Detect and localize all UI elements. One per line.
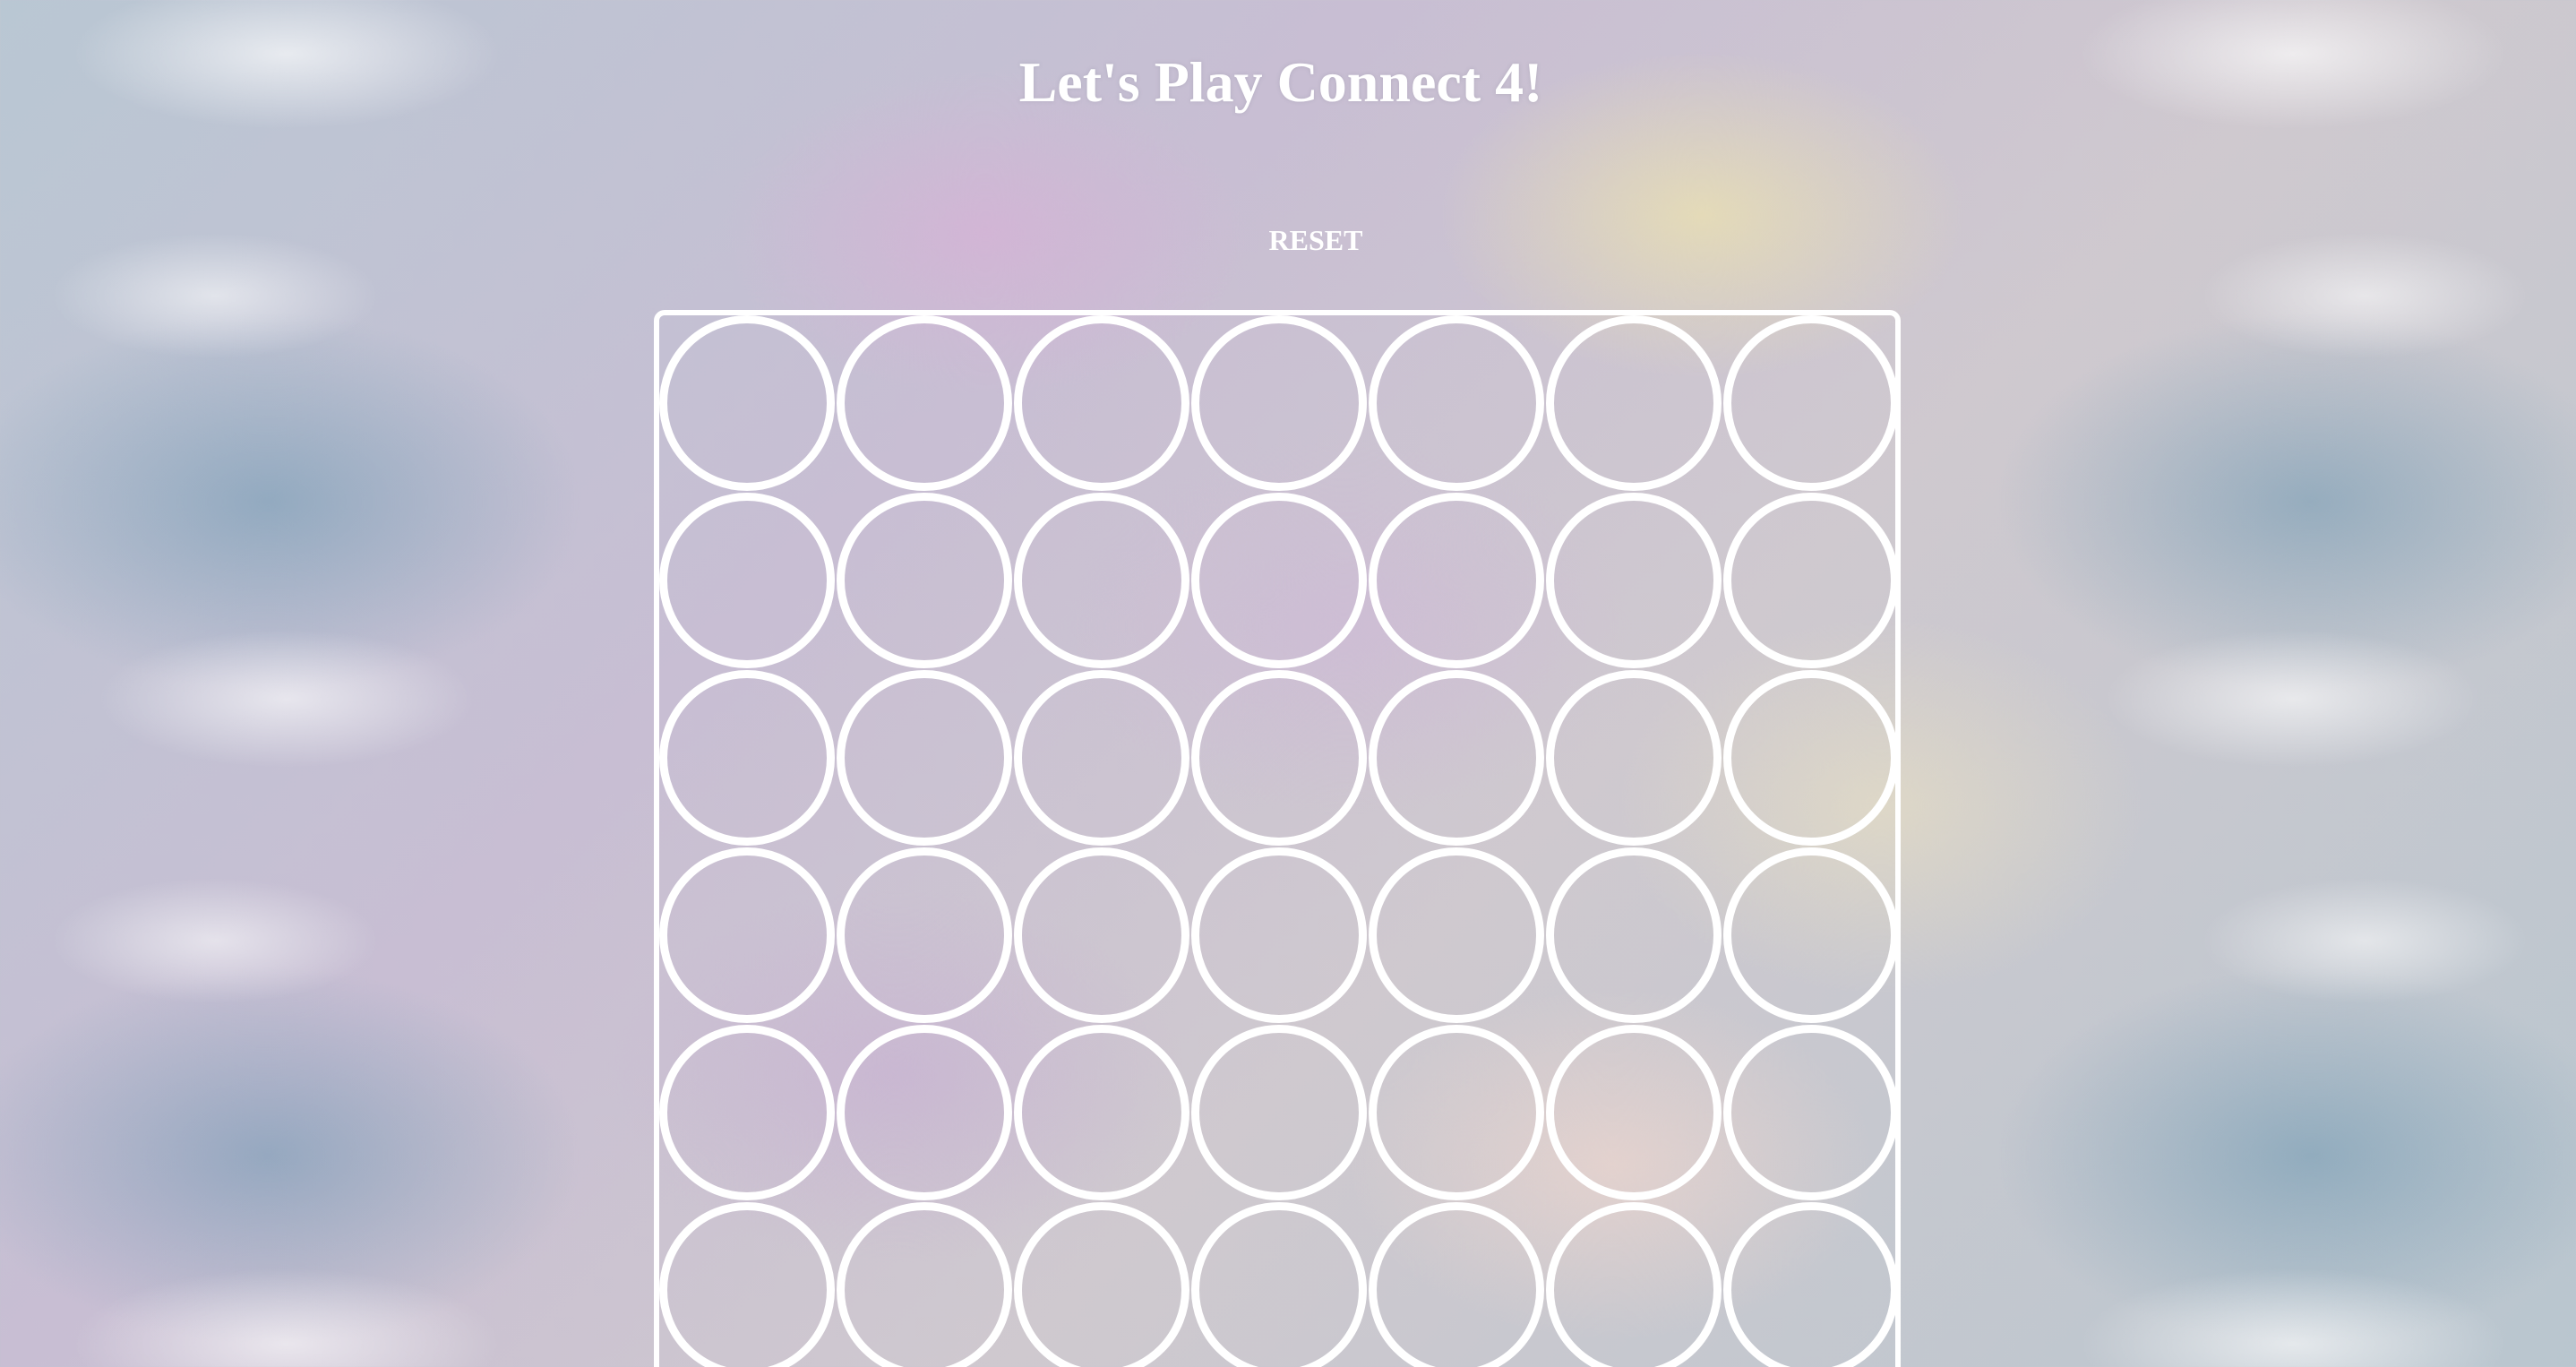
- board-cell[interactable]: [1723, 1202, 1899, 1367]
- board-cell[interactable]: [1546, 847, 1722, 1023]
- board-cell[interactable]: [1191, 315, 1367, 491]
- board-cell[interactable]: [1723, 1025, 1899, 1200]
- page-title: Let's Play Connect 4!: [1018, 50, 1543, 114]
- board-cell[interactable]: [837, 493, 1012, 668]
- board-cell[interactable]: [837, 1202, 1012, 1367]
- board-cell[interactable]: [659, 670, 835, 846]
- board-cell[interactable]: [1191, 1202, 1367, 1367]
- board-cell[interactable]: [1546, 315, 1722, 491]
- board-cell[interactable]: [1191, 847, 1367, 1023]
- board-cell[interactable]: [1369, 847, 1544, 1023]
- board-cell[interactable]: [1369, 1202, 1544, 1367]
- board-cell[interactable]: [1191, 670, 1367, 846]
- board-cell[interactable]: [1014, 493, 1189, 668]
- board-cell[interactable]: [1014, 847, 1189, 1023]
- board-cell[interactable]: [837, 847, 1012, 1023]
- board-cell[interactable]: [1546, 1025, 1722, 1200]
- board-cell[interactable]: [1723, 493, 1899, 668]
- board-cell[interactable]: [1723, 847, 1899, 1023]
- board-cell[interactable]: [1369, 315, 1544, 491]
- board-cell[interactable]: [1723, 315, 1899, 491]
- board-cell[interactable]: [659, 315, 835, 491]
- board-cell[interactable]: [1014, 670, 1189, 846]
- board-cell[interactable]: [1546, 1202, 1722, 1367]
- board-cell[interactable]: [659, 1202, 835, 1367]
- board-cell[interactable]: [837, 315, 1012, 491]
- reset-button[interactable]: RESET: [1232, 220, 1399, 260]
- board-cell[interactable]: [837, 1025, 1012, 1200]
- board-cell[interactable]: [1014, 1025, 1189, 1200]
- board-cell[interactable]: [837, 670, 1012, 846]
- board-cell[interactable]: [1369, 493, 1544, 668]
- board-cell[interactable]: [1191, 493, 1367, 668]
- board-cell[interactable]: [1191, 1025, 1367, 1200]
- board-cell[interactable]: [1546, 670, 1722, 846]
- board-cell[interactable]: [1369, 670, 1544, 846]
- board-cell[interactable]: [1014, 315, 1189, 491]
- board-cell[interactable]: [659, 1025, 835, 1200]
- board-cell[interactable]: [659, 493, 835, 668]
- board-cell[interactable]: [1546, 493, 1722, 668]
- board-cell[interactable]: [1369, 1025, 1544, 1200]
- board-cell[interactable]: [1723, 670, 1899, 846]
- game-board: [654, 310, 1901, 1367]
- board-cell[interactable]: [1014, 1202, 1189, 1367]
- board-cell[interactable]: [659, 847, 835, 1023]
